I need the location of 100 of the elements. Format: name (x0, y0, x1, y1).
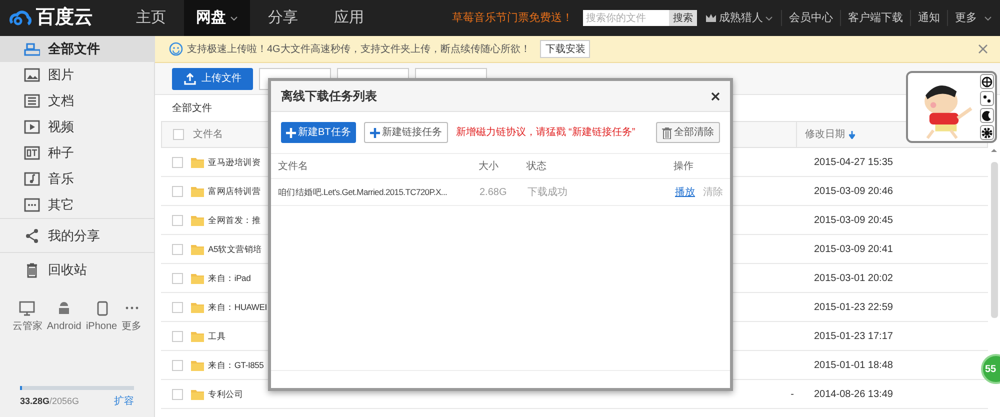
storage-used: 33.28G (20, 394, 50, 408)
file-name[interactable]: 来自：iPad (208, 272, 251, 282)
nav-tab[interactable]: 应用 (316, 0, 382, 36)
sidebar-item[interactable]: 种子 (0, 140, 154, 166)
device-link[interactable]: iPhone (86, 300, 118, 334)
sidebar-item[interactable]: 文档 (0, 88, 154, 114)
sidebar-item[interactable]: 回收站 (0, 252, 154, 286)
column-header: 状态 (526, 160, 548, 174)
checkbox[interactable] (172, 360, 183, 370)
file-date: 2014-08-26 13:49 (813, 388, 893, 402)
logo-text: 百度云 (36, 6, 93, 30)
trash-icon (24, 262, 40, 278)
close-icon[interactable] (711, 92, 720, 100)
file-date: 2015-04-27 15:35 (813, 156, 893, 170)
sidebar-item[interactable]: 我的分享 (0, 218, 154, 252)
nav-link[interactable]: 会员中心 (781, 10, 840, 26)
device-link[interactable]: 更多 (122, 300, 142, 334)
new-link-task-button[interactable]: 新建链接任务 (364, 122, 448, 143)
file-date: 2015-01-23 17:17 (813, 330, 893, 344)
file-name[interactable]: 亚马逊培训资 (208, 156, 261, 166)
checkbox[interactable] (172, 214, 183, 226)
folder-icon (191, 214, 204, 226)
nav-link[interactable]: 客户端下载 (840, 10, 910, 26)
share-icon (24, 228, 40, 244)
file-size: - (790, 388, 795, 402)
file-name[interactable]: 全网首发：推 (208, 214, 261, 224)
folder-icon (191, 244, 204, 254)
folder-icon (191, 302, 204, 312)
task-name: 咱们结婚吧.Let's.Get.Married.2015.TC720P.X... (278, 186, 448, 196)
storage-total: /2056G (50, 394, 80, 408)
scrollbar-thumb[interactable] (990, 162, 998, 318)
smiley-icon (169, 42, 183, 56)
more-icon (24, 197, 40, 213)
checkbox[interactable] (172, 272, 183, 284)
sidebar-item[interactable]: 其它 (0, 192, 154, 218)
sidebar-item[interactable]: 视频 (0, 114, 154, 140)
file-name[interactable]: 富网店特训营 (208, 186, 261, 196)
user-name[interactable]: 成熟猎人 (719, 10, 763, 26)
plus-icon (286, 128, 296, 138)
column-header: 操作 (673, 160, 694, 174)
more-icon (124, 306, 139, 310)
new-bt-task-button[interactable]: 新建BT任务 (281, 122, 356, 143)
checkbox[interactable] (172, 388, 183, 400)
magnet-hint: 新增磁力链协议，请猛戳 “新建链接任务” (456, 126, 636, 140)
folder-icon (191, 186, 204, 196)
upload-button[interactable]: 上传文件 (172, 68, 253, 90)
column-header: 大小 (478, 160, 500, 174)
document-icon (24, 93, 40, 109)
moon-icon[interactable] (981, 110, 993, 122)
file-date: 2015-03-01 20:02 (813, 272, 893, 286)
file-date: 2015-03-09 20:41 (813, 242, 893, 256)
checkbox[interactable] (172, 244, 183, 254)
action-link[interactable]: 播放 (675, 184, 695, 200)
file-name[interactable]: A5软文营销培 (208, 244, 262, 254)
nav-link[interactable]: 更多 (947, 10, 984, 26)
nav-link[interactable]: 通知 (910, 10, 947, 26)
crown-icon (705, 13, 717, 23)
checkbox[interactable] (172, 330, 183, 342)
checkbox[interactable] (172, 302, 183, 312)
video-icon (24, 119, 40, 135)
expand-link[interactable]: 扩容 (114, 394, 134, 409)
file-name[interactable]: 来自：HUAWEI (208, 302, 267, 312)
sort-down-icon (849, 130, 855, 138)
plus-icon (370, 128, 380, 138)
column-header: 文件名 (278, 160, 309, 174)
folder-icon (191, 360, 204, 370)
music-icon (24, 171, 40, 187)
sidebar-item[interactable]: 全部文件 (0, 36, 154, 62)
device-link[interactable]: Android (46, 300, 82, 334)
file-name[interactable]: 来自：GT-I855 (208, 360, 264, 370)
image-icon (24, 67, 40, 83)
clear-all-button[interactable]: 全部清除 (656, 122, 720, 143)
checkbox[interactable] (172, 156, 183, 168)
nav-tab[interactable]: 网盘 (184, 0, 250, 36)
search-field[interactable]: 搜索你的文件 (583, 10, 669, 26)
nav-tab[interactable]: 分享 (250, 0, 316, 36)
device-link[interactable]: 云管家 (12, 300, 42, 334)
settings-icon[interactable] (981, 126, 993, 138)
download-install-button[interactable]: 下载安装 (540, 40, 590, 58)
promo-link[interactable]: 草莓音乐节门票免费送！ (452, 10, 573, 26)
sidebar-item[interactable]: 音乐 (0, 166, 154, 192)
folder-icon (191, 330, 204, 342)
file-name[interactable]: 工具 (208, 330, 226, 340)
column-header[interactable]: 修改日期 (805, 127, 845, 142)
checkbox[interactable] (173, 129, 184, 140)
file-name[interactable]: 专利公司 (208, 388, 244, 398)
dots-icon[interactable] (981, 92, 993, 104)
caret-icon (984, 16, 992, 20)
caret-icon (230, 16, 238, 20)
caret-icon (765, 16, 773, 20)
sidebar-item[interactable]: 图片 (0, 62, 154, 88)
checkbox[interactable] (172, 186, 183, 196)
cloud-logo-icon (8, 9, 34, 27)
torrent-icon (24, 145, 40, 161)
folder-icon (191, 388, 204, 400)
file-date: 2015-03-09 20:45 (813, 214, 893, 228)
file-date: 2015-03-09 20:46 (813, 184, 893, 198)
nav-tab[interactable]: 主页 (118, 0, 184, 36)
monitor-icon (18, 300, 36, 316)
search-button[interactable]: 搜索 (669, 10, 697, 26)
